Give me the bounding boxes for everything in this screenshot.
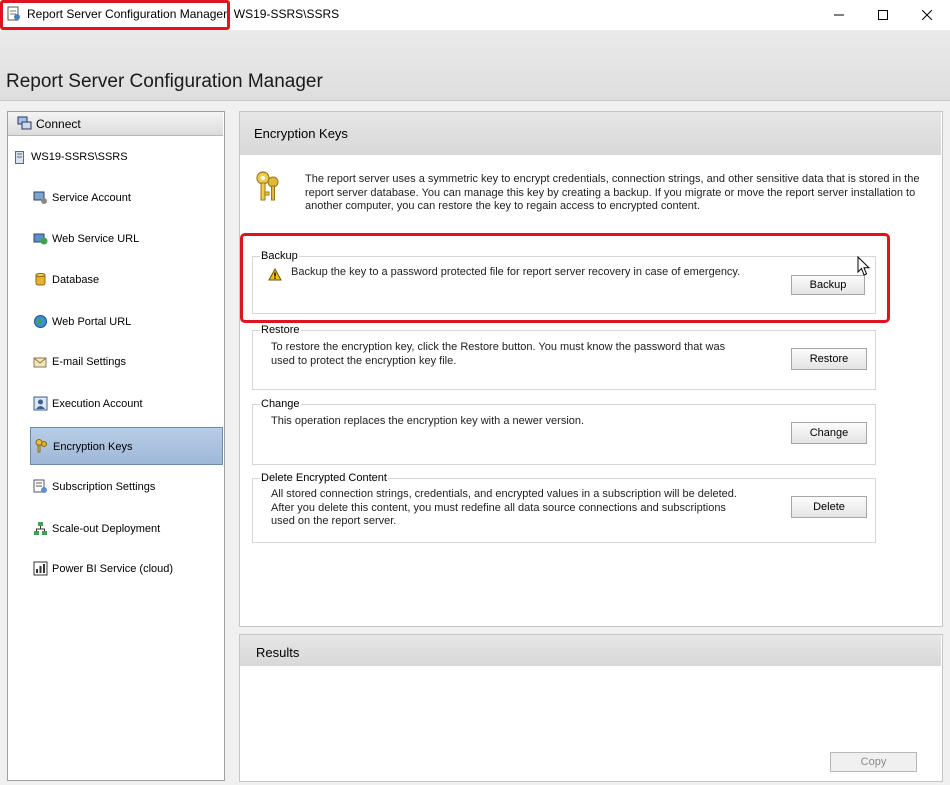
maximize-icon [878, 10, 888, 20]
restore-group-label: Restore [260, 324, 301, 336]
network-icon [34, 522, 47, 535]
nav-item-label: Scale-out Deployment [52, 523, 161, 535]
nav-item-subscription-settings[interactable]: Subscription Settings [30, 476, 222, 498]
minimize-icon [834, 14, 844, 16]
nav-item-scale-out-deployment[interactable]: Scale-out Deployment [30, 518, 222, 540]
delete-group-label: Delete Encrypted Content [260, 472, 388, 484]
email-icon [33, 357, 47, 368]
subscription-icon [33, 479, 47, 493]
service-account-icon [33, 191, 47, 204]
close-icon [922, 10, 932, 20]
keys-icon [35, 439, 47, 453]
change-group-label: Change [260, 398, 301, 410]
nav-item-power-bi-service[interactable]: Power BI Service (cloud) [30, 558, 222, 580]
nav-item-label: Service Account [52, 192, 131, 204]
delete-description: All stored connection strings, credentia… [271, 488, 737, 527]
mouse-cursor-icon [857, 255, 871, 280]
maximize-button[interactable] [860, 0, 906, 30]
web-service-icon [33, 233, 48, 245]
change-button[interactable]: Change [791, 422, 867, 444]
connect-label: Connect [36, 117, 81, 131]
results-title: Results [256, 645, 300, 660]
database-icon [35, 273, 46, 286]
connect-icon [17, 116, 32, 130]
nav-item-label: Power BI Service (cloud) [52, 563, 174, 575]
nav-item-encryption-keys[interactable]: Encryption Keys [30, 427, 223, 465]
nav-item-execution-account[interactable]: Execution Account [30, 393, 222, 415]
change-group [252, 404, 876, 465]
server-icon [15, 151, 24, 164]
copy-button[interactable]: Copy [830, 752, 917, 772]
backup-highlight-box [240, 233, 890, 323]
minimize-button[interactable] [816, 0, 862, 30]
nav-item-web-service-url[interactable]: Web Service URL [30, 228, 222, 250]
delete-button[interactable]: Delete [791, 496, 867, 518]
page-title: Encryption Keys [254, 126, 348, 141]
chart-icon [33, 561, 48, 576]
keys-icon [254, 170, 284, 204]
window-title-server: WS19-SSRS\SSRS [233, 7, 340, 21]
server-node[interactable]: WS19-SSRS\SSRS [31, 151, 128, 163]
nav-item-database[interactable]: Database [30, 269, 222, 291]
close-button[interactable] [904, 0, 950, 30]
nav-item-label: Database [52, 274, 100, 286]
title-highlight-box [0, 0, 230, 30]
nav-item-service-account[interactable]: Service Account [30, 187, 222, 209]
nav-item-label: Web Portal URL [52, 316, 132, 328]
app-title: Report Server Configuration Manager [6, 71, 323, 92]
restore-description: To restore the encryption key, click the… [271, 341, 726, 367]
nav-item-label: Encryption Keys [53, 441, 133, 453]
intro-text: The report server uses a symmetric key t… [305, 173, 920, 212]
nav-item-label: E-mail Settings [52, 356, 126, 368]
nav-item-label: Subscription Settings [52, 481, 156, 493]
nav-item-label: Execution Account [52, 398, 143, 410]
results-header [240, 635, 941, 666]
globe-icon [34, 315, 47, 328]
user-icon [33, 396, 48, 411]
change-description: This operation replaces the encryption k… [271, 415, 585, 427]
nav-item-label: Web Service URL [52, 233, 140, 245]
restore-button[interactable]: Restore [791, 348, 867, 370]
nav-item-web-portal-url[interactable]: Web Portal URL [30, 311, 222, 333]
nav-item-email-settings[interactable]: E-mail Settings [30, 351, 222, 373]
